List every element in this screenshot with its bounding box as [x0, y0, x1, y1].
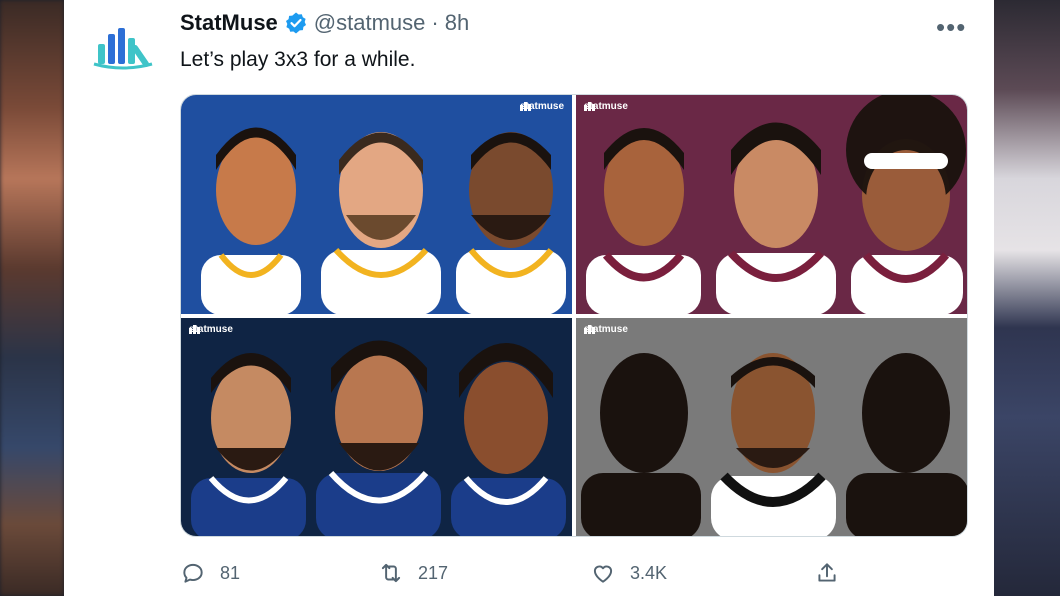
separator-dot: ·	[431, 10, 439, 35]
team-tile-gray[interactable]: statmuse	[576, 318, 967, 536]
statmuse-watermark: statmuse	[584, 324, 628, 335]
player-illustration	[716, 122, 836, 314]
player-illustration-group	[191, 340, 566, 536]
tweet-text: Let’s play 3x3 for a while.	[180, 48, 416, 71]
like-button[interactable]: 3.4K	[590, 560, 667, 586]
player-silhouette	[846, 353, 967, 536]
statmuse-logo-avatar[interactable]	[92, 20, 154, 74]
heart-icon	[593, 565, 613, 583]
player-illustration	[321, 132, 441, 314]
team-tile-maroon[interactable]: statmuse	[576, 95, 967, 314]
player-illustration	[191, 353, 306, 536]
team-tile-blue[interactable]: statmuse	[181, 95, 572, 314]
reply-count: 81	[220, 562, 241, 583]
share-icon	[818, 563, 836, 582]
player-illustration	[456, 132, 566, 314]
player-illustration-group	[586, 95, 966, 314]
retweet-button[interactable]: 217	[378, 560, 448, 586]
player-illustration	[451, 343, 566, 536]
like-count: 3.4K	[630, 562, 668, 583]
reply-button[interactable]: 81	[180, 560, 240, 586]
user-handle[interactable]: @statmuse	[314, 10, 426, 36]
player-illustration	[201, 127, 301, 314]
player-illustration	[846, 95, 966, 314]
team-tile-navy[interactable]: statmuse	[181, 318, 572, 536]
share-button[interactable]	[814, 560, 840, 586]
player-silhouette	[581, 353, 701, 536]
background-left-blur	[0, 0, 64, 596]
statmuse-watermark: statmuse	[520, 101, 564, 112]
background-right-blur	[994, 0, 1060, 596]
player-illustration-group	[581, 353, 967, 536]
statmuse-watermark: statmuse	[189, 324, 233, 335]
media-grid[interactable]: statmuse statmuse statmuse statmuse	[180, 94, 968, 537]
statmuse-watermark: statmuse	[584, 101, 628, 112]
player-illustration	[711, 353, 836, 536]
tweet-header: StatMuse @statmuse · 8h	[180, 10, 469, 36]
retweet-icon	[381, 563, 401, 583]
more-horizontal-icon[interactable]: •••	[936, 14, 966, 40]
reply-icon	[183, 563, 203, 583]
verified-badge-icon	[285, 12, 306, 34]
timestamp[interactable]: 8h	[445, 10, 469, 36]
display-name[interactable]: StatMuse	[180, 10, 278, 36]
retweet-count: 217	[418, 562, 449, 583]
player-illustration	[316, 340, 441, 536]
player-illustration-group	[201, 127, 566, 314]
player-illustration	[586, 128, 701, 314]
tweet-actions: 81 217 3.4K	[180, 560, 880, 588]
